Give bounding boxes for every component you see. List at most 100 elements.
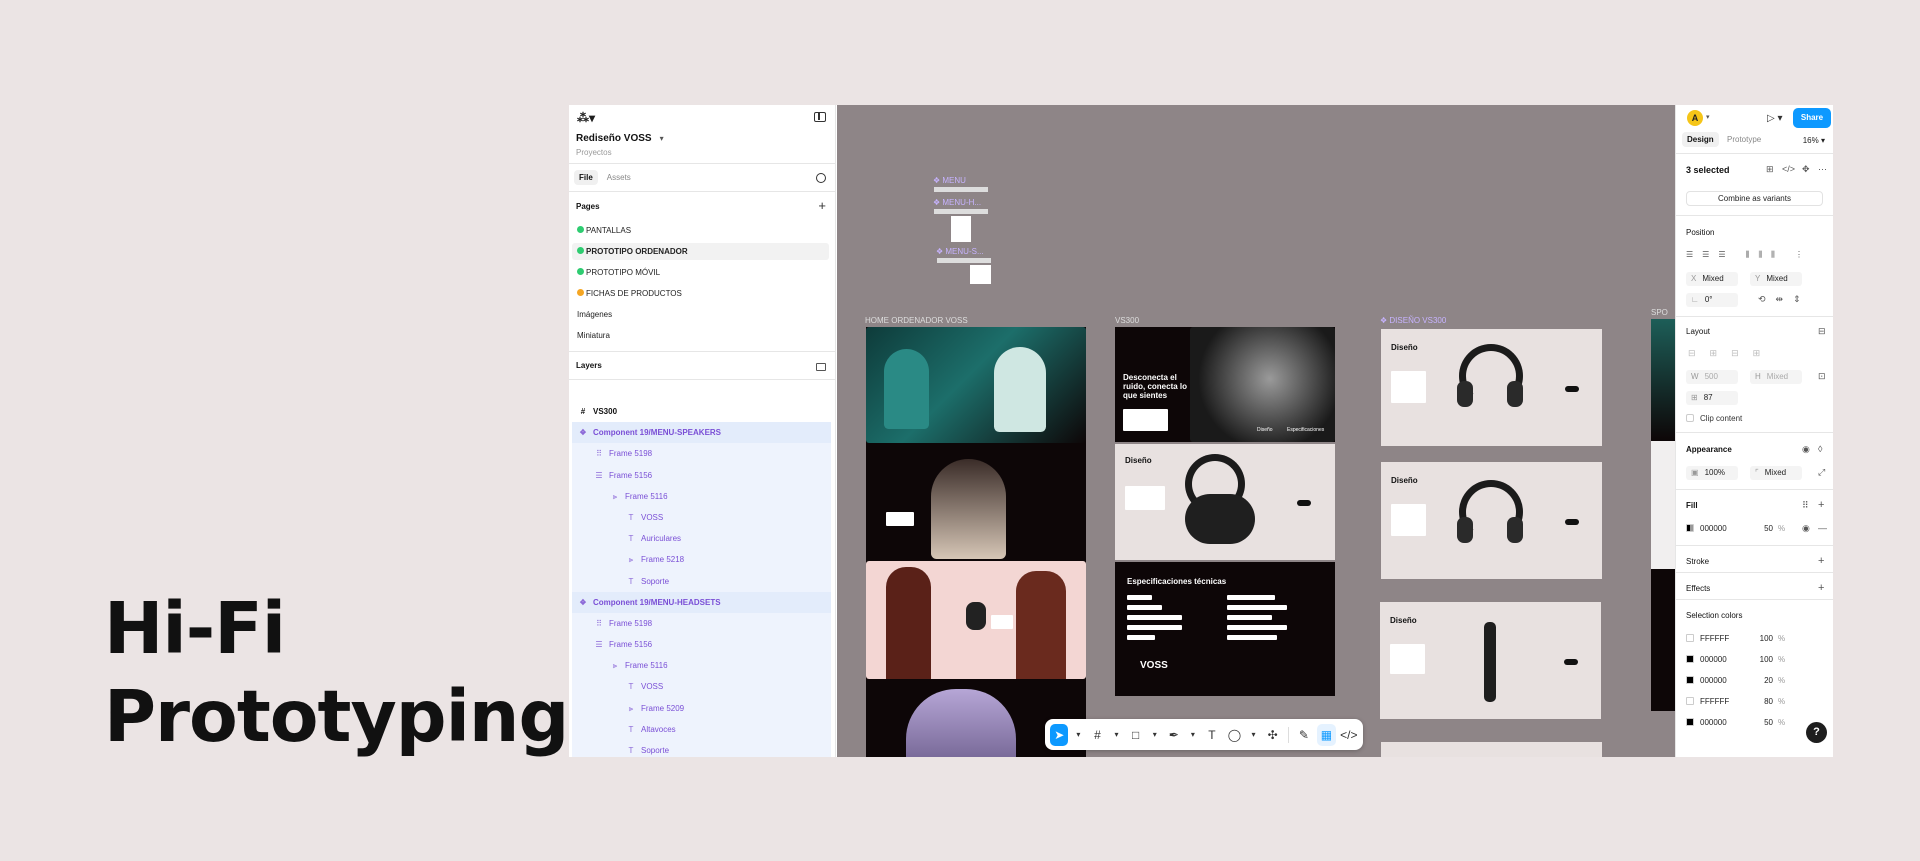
frame-tool-icon[interactable]: # bbox=[1088, 724, 1106, 746]
layer-row[interactable]: ❖ Component 19/MENU-HEADSETS bbox=[572, 591, 831, 613]
vs300-hero-frame[interactable]: Desconecta el ruido, conecta lo que sien… bbox=[1115, 327, 1335, 442]
selection-color-row[interactable]: 000000 20% bbox=[1686, 674, 1823, 688]
vs300-design-frame[interactable]: Diseño bbox=[1115, 444, 1335, 560]
tab-design[interactable]: Design bbox=[1682, 132, 1719, 147]
combine-as-variants-button[interactable]: Combine as variants bbox=[1686, 191, 1823, 206]
code-icon[interactable]: </> bbox=[1782, 164, 1795, 174]
pen-tool-icon[interactable]: ✒ bbox=[1165, 724, 1183, 746]
menu-s-bar[interactable] bbox=[937, 258, 991, 263]
layer-row[interactable]: ⠿ Frame 5198 bbox=[572, 443, 831, 465]
spo-frame-3[interactable] bbox=[1651, 569, 1675, 711]
share-button[interactable]: Share bbox=[1793, 108, 1831, 128]
page-item[interactable]: #2ecc71PROTOTIPO MÓVIL bbox=[572, 264, 829, 281]
chevron-down-icon[interactable]: ▾ bbox=[1072, 724, 1084, 746]
resize-icon[interactable]: ⊡ bbox=[1818, 371, 1826, 382]
remove-fill-icon[interactable]: — bbox=[1818, 523, 1827, 533]
page-item[interactable]: #f5a623FICHAS DE PRODUCTOS bbox=[572, 285, 829, 302]
menu-s-dropdown[interactable] bbox=[970, 265, 991, 284]
diseno-frame-4[interactable] bbox=[1381, 742, 1602, 757]
color-hex[interactable]: 000000 bbox=[1700, 718, 1727, 727]
color-swatch[interactable] bbox=[1686, 634, 1694, 642]
add-fill-icon[interactable]: + bbox=[1818, 499, 1824, 511]
file-name[interactable]: Rediseño VOSS ▾ bbox=[576, 133, 664, 144]
corner-icon[interactable]: ⤢ bbox=[1818, 467, 1825, 478]
page-item[interactable]: #2ecc71PANTALLAS bbox=[572, 222, 829, 239]
opacity-field[interactable]: ▣ 100% bbox=[1686, 466, 1738, 480]
layer-row[interactable]: T Soporte bbox=[572, 570, 831, 592]
corner-radius-field[interactable]: ⌜ Mixed bbox=[1750, 466, 1802, 480]
tab-assets[interactable]: Assets bbox=[602, 170, 636, 185]
height-field[interactable]: H Mixed bbox=[1750, 370, 1802, 384]
color-hex[interactable]: FFFFFF bbox=[1700, 634, 1729, 643]
home-frame[interactable] bbox=[866, 327, 1086, 757]
project-name[interactable]: Proyectos bbox=[576, 148, 612, 157]
canvas-label-spo[interactable]: SPO bbox=[1651, 308, 1668, 317]
color-swatch[interactable] bbox=[1686, 697, 1694, 705]
search-icon[interactable] bbox=[816, 173, 826, 183]
style-grid-icon[interactable]: ⠿ bbox=[1802, 500, 1809, 511]
component-set-icon[interactable]: ✥ bbox=[1802, 164, 1810, 175]
dev-mode-icon[interactable]: </> bbox=[1340, 724, 1358, 746]
spo-frame-2[interactable] bbox=[1651, 441, 1675, 569]
avatar[interactable]: A bbox=[1687, 110, 1703, 126]
y-field[interactable]: Y Mixed bbox=[1750, 272, 1802, 286]
color-opacity[interactable]: 100 bbox=[1751, 653, 1773, 667]
menu-frame[interactable] bbox=[934, 187, 988, 192]
more-icon[interactable]: ⋯ bbox=[1818, 164, 1827, 175]
color-hex[interactable]: 000000 bbox=[1700, 655, 1727, 664]
layer-row[interactable]: T VOSS bbox=[572, 506, 831, 529]
layer-row[interactable]: ⫸ Frame 5116 bbox=[572, 485, 831, 507]
zoom-level[interactable]: 16% ▾ bbox=[1803, 136, 1825, 145]
chevron-down-icon[interactable]: ▾ bbox=[660, 134, 664, 143]
color-opacity[interactable]: 80 bbox=[1751, 695, 1773, 709]
layer-row[interactable]: ⫸ Frame 5218 bbox=[572, 549, 831, 571]
page-item[interactable]: Imágenes bbox=[572, 306, 829, 323]
diseno-frame-1[interactable]: Diseño bbox=[1381, 329, 1602, 446]
add-stroke-icon[interactable]: + bbox=[1818, 555, 1824, 567]
color-swatch[interactable] bbox=[1686, 718, 1694, 726]
color-hex[interactable]: FFFFFF bbox=[1700, 697, 1729, 706]
layout-icons[interactable]: ⊟⊞⊟⊞ bbox=[1688, 348, 1774, 359]
color-hex[interactable]: 000000 bbox=[1700, 676, 1727, 685]
tab-prototype[interactable]: Prototype bbox=[1722, 132, 1766, 147]
chevron-down-icon[interactable]: ▾ bbox=[1111, 724, 1123, 746]
draw-mode-icon[interactable]: ✎ bbox=[1295, 724, 1313, 746]
actions-icon[interactable]: ✣ bbox=[1263, 724, 1281, 746]
color-opacity[interactable]: 20 bbox=[1751, 674, 1773, 688]
canvas[interactable]: ❖ MENU ❖ MENU-H... ❖ MENU-S... HOME ORDE… bbox=[837, 105, 1675, 757]
drop-icon[interactable]: ◊ bbox=[1818, 444, 1822, 454]
vs300-specs-frame[interactable]: Especificaciones técnicas VOSS bbox=[1115, 562, 1335, 696]
spo-frame-1[interactable] bbox=[1651, 319, 1675, 441]
diseno-frame-2[interactable]: Diseño bbox=[1381, 462, 1602, 579]
layer-row[interactable]: ⫸ Frame 5209 bbox=[572, 697, 831, 719]
add-page-icon[interactable]: + bbox=[818, 199, 826, 212]
layer-row[interactable]: T Soporte bbox=[572, 740, 831, 757]
layer-row[interactable]: # VS300 bbox=[572, 401, 831, 422]
eye-icon[interactable]: ◉ bbox=[1802, 523, 1810, 534]
menu-h-dropdown[interactable] bbox=[951, 216, 971, 242]
design-mode-icon[interactable]: ▦ bbox=[1317, 723, 1336, 746]
canvas-label-menu[interactable]: ❖ MENU bbox=[933, 176, 966, 185]
flip-icons[interactable]: ⟲⇹⇕ bbox=[1758, 294, 1811, 305]
rotation-field[interactable]: ∟ 0° bbox=[1686, 293, 1738, 307]
help-button[interactable]: ? bbox=[1806, 722, 1827, 743]
selection-color-row[interactable]: 000000 100% bbox=[1686, 653, 1823, 667]
layer-row[interactable]: ⫸ Frame 5116 bbox=[572, 655, 831, 677]
eye-icon[interactable]: ◉ bbox=[1802, 444, 1810, 455]
color-opacity[interactable]: 100 bbox=[1751, 632, 1773, 646]
layers-view-icon[interactable] bbox=[816, 363, 826, 371]
gap-field[interactable]: ⊞ 87 bbox=[1686, 391, 1738, 405]
selection-color-row[interactable]: FFFFFF 100% bbox=[1686, 632, 1823, 646]
canvas-label-diseno[interactable]: ❖ DISEÑO VS300 bbox=[1380, 316, 1446, 325]
color-swatch[interactable] bbox=[1686, 676, 1694, 684]
menu-h-bar[interactable] bbox=[934, 209, 988, 214]
rectangle-tool-icon[interactable]: □ bbox=[1126, 724, 1144, 746]
clip-content[interactable]: Clip content bbox=[1686, 414, 1742, 423]
align-icons[interactable]: ☰☰☰ ⫼⫼⫼ ⋮ bbox=[1686, 250, 1812, 260]
sidebar-toggle-icon[interactable] bbox=[814, 112, 826, 122]
page-item[interactable]: #2ecc71PROTOTIPO ORDENADOR bbox=[572, 243, 829, 260]
chevron-down-icon[interactable]: ▾ bbox=[1187, 724, 1199, 746]
auto-layout-icon[interactable]: ⊟ bbox=[1818, 326, 1826, 337]
chevron-down-icon[interactable]: ▾ bbox=[1149, 724, 1161, 746]
figma-menu-icon[interactable]: ⁂▾ bbox=[577, 111, 595, 125]
